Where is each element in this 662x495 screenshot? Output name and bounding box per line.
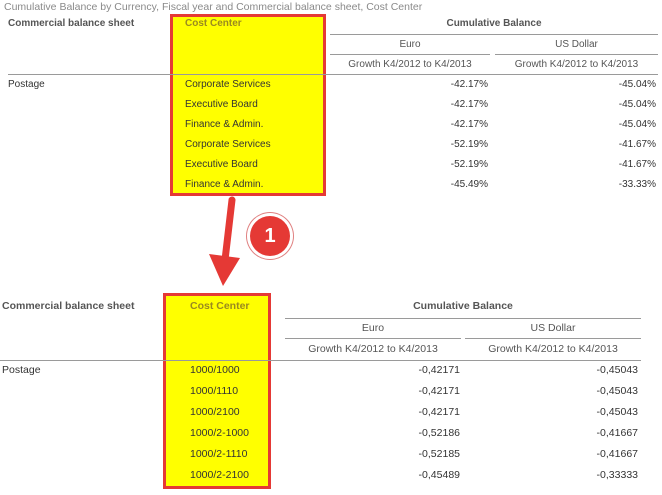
header-divider [330, 54, 490, 55]
cost-center-cell: Executive Board [185, 99, 258, 110]
euro-value-cell: -42.17% [450, 99, 488, 110]
header-currency-usd[interactable]: US Dollar [465, 322, 641, 334]
header-bottom-divider [0, 360, 641, 361]
euro-value-cell: -0,42171 [418, 385, 460, 397]
euro-value-cell: -42.17% [450, 79, 488, 90]
usd-value-cell: -0,45043 [596, 364, 638, 376]
header-commercial-balance-sheet[interactable]: Commercial balance sheet [8, 18, 134, 29]
usd-value-cell: -0,41667 [596, 448, 638, 460]
euro-value-cell: -0,52185 [418, 448, 460, 460]
euro-value-cell: -0,42171 [418, 364, 460, 376]
euro-value-cell: -0,42171 [418, 406, 460, 418]
cost-center-cell: 1000/2-2100 [190, 469, 249, 481]
euro-value-cell: -0,52186 [418, 427, 460, 439]
row-label-postage: Postage [2, 364, 41, 376]
usd-value-cell: -45.04% [618, 79, 656, 90]
usd-value-cell: -0,33333 [596, 469, 638, 481]
header-cost-center[interactable]: Cost Center [185, 18, 242, 29]
cost-center-cell: Corporate Services [185, 79, 271, 90]
usd-value-cell: -0,45043 [596, 406, 638, 418]
step-number-badge: 1 [250, 216, 290, 256]
header-currency-euro[interactable]: Euro [330, 39, 490, 50]
usd-value-cell: -33.33% [618, 179, 656, 190]
header-divider [285, 338, 461, 339]
euro-value-cell: -0,45489 [418, 469, 460, 481]
cost-center-cell: 1000/2-1110 [190, 448, 248, 460]
row-label-postage: Postage [8, 79, 45, 90]
euro-value-cell: -42.17% [450, 119, 488, 130]
header-cost-center[interactable]: Cost Center [190, 300, 250, 312]
usd-value-cell: -45.04% [618, 99, 656, 110]
cost-center-cell: Finance & Admin. [185, 179, 264, 190]
header-divider [285, 318, 641, 319]
cost-center-cell: 1000/1110 [190, 385, 239, 397]
header-divider [465, 338, 641, 339]
usd-value-cell: -41.67% [618, 139, 656, 150]
header-bottom-divider [8, 74, 658, 75]
header-growth-usd[interactable]: Growth K4/2012 to K4/2013 [465, 343, 641, 355]
usd-value-cell: -45.04% [618, 119, 656, 130]
header-currency-euro[interactable]: Euro [285, 322, 461, 334]
header-divider [330, 34, 658, 35]
usd-value-cell: -0,41667 [596, 427, 638, 439]
cost-center-cell: Corporate Services [185, 139, 271, 150]
header-growth-euro[interactable]: Growth K4/2012 to K4/2013 [330, 59, 490, 70]
cost-center-cell: Executive Board [185, 159, 258, 170]
cost-center-cell: 1000/2100 [190, 406, 240, 418]
bottom-matrix-table: Commercial balance sheet Cost Center Cum… [0, 290, 662, 495]
header-currency-usd[interactable]: US Dollar [495, 39, 658, 50]
header-growth-euro[interactable]: Growth K4/2012 to K4/2013 [285, 343, 461, 355]
cost-center-cell: Finance & Admin. [185, 119, 264, 130]
header-divider [495, 54, 658, 55]
euro-value-cell: -52.19% [450, 159, 488, 170]
usd-value-cell: -41.67% [618, 159, 656, 170]
euro-value-cell: -45.49% [450, 179, 488, 190]
down-arrow-icon [209, 196, 240, 286]
header-commercial-balance-sheet[interactable]: Commercial balance sheet [2, 300, 134, 312]
euro-value-cell: -52.19% [450, 139, 488, 150]
usd-value-cell: -0,45043 [596, 385, 638, 397]
top-matrix-table: Commercial balance sheet Cost Center Cum… [0, 0, 662, 200]
header-cumulative-balance[interactable]: Cumulative Balance [285, 300, 641, 312]
cost-center-cell: 1000/2-1000 [190, 427, 249, 439]
cost-center-cell: 1000/1000 [190, 364, 240, 376]
header-cumulative-balance[interactable]: Cumulative Balance [330, 18, 658, 29]
header-growth-usd[interactable]: Growth K4/2012 to K4/2013 [495, 59, 658, 70]
